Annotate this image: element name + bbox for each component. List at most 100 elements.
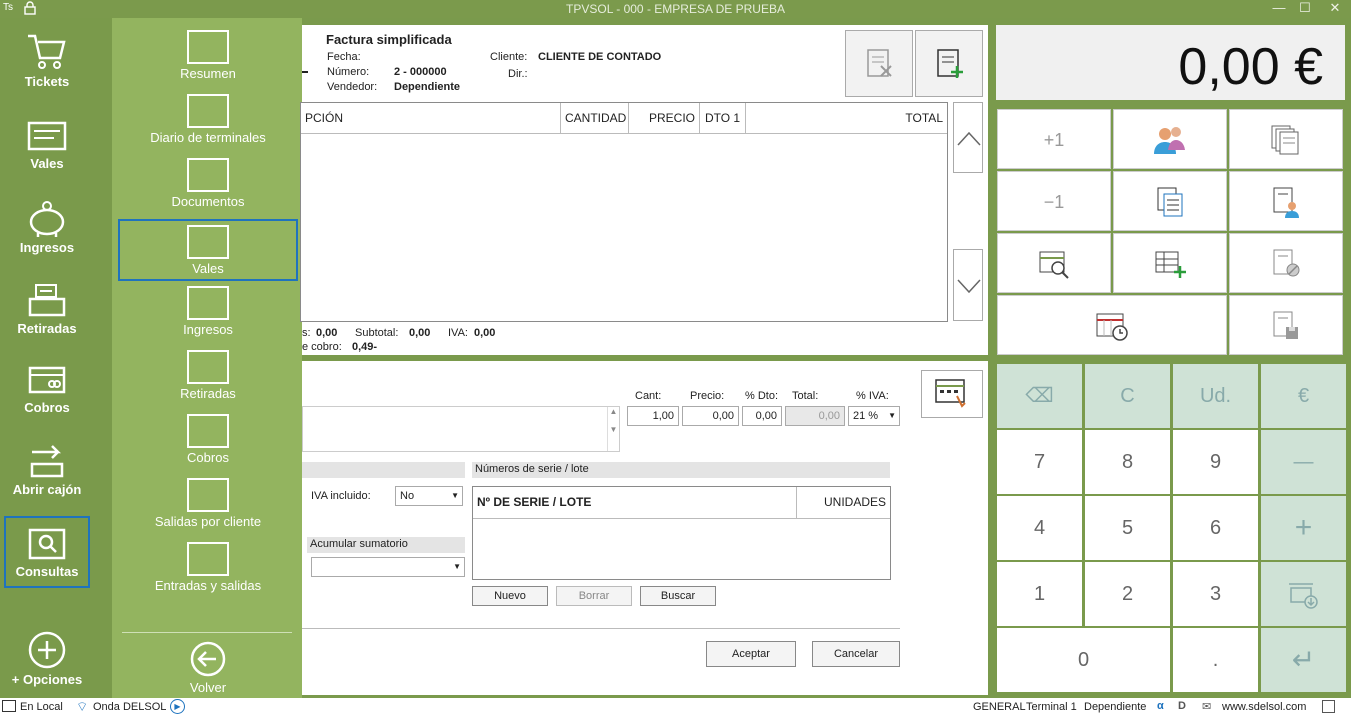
nuevo-button[interactable]: Nuevo bbox=[472, 586, 548, 606]
resize-icon[interactable] bbox=[1322, 700, 1335, 713]
buscar-button[interactable]: Buscar bbox=[640, 586, 716, 606]
nav-vales[interactable]: Vales bbox=[4, 110, 90, 182]
minimize-icon[interactable]: — bbox=[1266, 0, 1292, 18]
nav-retiradas[interactable]: Retiradas bbox=[4, 273, 90, 345]
col-serie[interactable]: Nº DE SERIE / LOTE bbox=[473, 487, 797, 518]
submenu-vales[interactable]: Vales bbox=[118, 219, 298, 281]
precio-label: Precio: bbox=[690, 390, 725, 402]
col-cantidad[interactable]: CANTIDAD bbox=[561, 103, 629, 133]
backspace-key[interactable]: ⌫ bbox=[997, 364, 1082, 428]
submenu-diario[interactable]: Diario de terminales bbox=[118, 90, 298, 152]
scale-key[interactable] bbox=[1261, 562, 1346, 626]
key-0[interactable]: 0 bbox=[997, 628, 1170, 692]
d-logo-icon[interactable]: D bbox=[1178, 700, 1186, 712]
submenu-entradas-salidas[interactable]: Entradas y salidas bbox=[118, 538, 298, 600]
borrar-button[interactable]: Borrar bbox=[556, 586, 632, 606]
submenu-documentos[interactable]: Documentos bbox=[118, 154, 298, 216]
bar-chart-icon bbox=[187, 30, 229, 64]
plus-key[interactable]: + bbox=[1261, 496, 1346, 560]
precio-input[interactable]: 0,00 bbox=[682, 406, 739, 426]
col-total[interactable]: TOTAL bbox=[746, 103, 947, 133]
nav-ingresos[interactable]: Ingresos bbox=[4, 192, 90, 264]
document-lines-table[interactable]: PCIÓN CANTIDAD PRECIO DTO 1 TOTAL bbox=[300, 102, 948, 322]
key-1[interactable]: 1 bbox=[997, 562, 1082, 626]
plus-one-button[interactable]: +1 bbox=[997, 109, 1111, 169]
keyboard-button[interactable] bbox=[921, 370, 983, 418]
key-7[interactable]: 7 bbox=[997, 430, 1082, 494]
iva-total-value: 0,00 bbox=[474, 327, 496, 339]
iva-incluido-select[interactable]: No ▼ bbox=[395, 486, 463, 506]
delete-document-button[interactable] bbox=[845, 30, 913, 97]
description-textarea[interactable]: ▲ ▼ bbox=[302, 406, 620, 452]
serie-table[interactable]: Nº DE SERIE / LOTE UNIDADES bbox=[472, 486, 891, 580]
euro-key[interactable]: € bbox=[1261, 364, 1346, 428]
play-icon[interactable]: ▶ bbox=[170, 699, 185, 714]
serie-section-header: Números de serie / lote bbox=[472, 462, 890, 478]
decimal-key[interactable]: . bbox=[1173, 628, 1258, 692]
submenu-vales-label: Vales bbox=[192, 261, 224, 276]
add-line-button[interactable] bbox=[1113, 233, 1227, 293]
minus-one-button[interactable]: −1 bbox=[997, 171, 1111, 231]
textarea-scrollbar[interactable]: ▲ ▼ bbox=[607, 407, 619, 451]
search-product-button[interactable] bbox=[997, 233, 1111, 293]
mail-icon[interactable]: ✉ bbox=[1202, 700, 1211, 713]
scroll-up-button[interactable] bbox=[953, 102, 983, 173]
nav-cobros[interactable]: Cobros bbox=[4, 354, 90, 426]
nav-abrir-cajon[interactable]: Abrir cajón bbox=[4, 434, 90, 506]
key-8[interactable]: 8 bbox=[1085, 430, 1170, 494]
submenu-ingresos[interactable]: Ingresos bbox=[118, 282, 298, 344]
col-unidades[interactable]: UNIDADES bbox=[797, 487, 890, 518]
nav-consultas[interactable]: Consultas bbox=[4, 516, 90, 588]
submenu-salidas-cliente[interactable]: Salidas por cliente bbox=[118, 474, 298, 536]
save-ticket-button[interactable] bbox=[1229, 295, 1343, 355]
cancel-ticket-button[interactable] bbox=[1229, 233, 1343, 293]
key-2[interactable]: 2 bbox=[1085, 562, 1170, 626]
card-icon bbox=[187, 414, 229, 448]
plus-circle-icon bbox=[28, 631, 66, 669]
submenu-cobros[interactable]: Cobros bbox=[118, 410, 298, 472]
cliente-value[interactable]: CLIENTE DE CONTADO bbox=[538, 51, 661, 63]
dto-input[interactable]: 0,00 bbox=[742, 406, 782, 426]
close-icon[interactable]: ✕ bbox=[1322, 0, 1348, 18]
copy-document-button[interactable] bbox=[1113, 171, 1227, 231]
key-3[interactable]: 3 bbox=[1173, 562, 1258, 626]
documents-list-button[interactable] bbox=[1229, 109, 1343, 169]
add-row-icon bbox=[1155, 251, 1186, 278]
key-9[interactable]: 9 bbox=[1173, 430, 1258, 494]
cancelar-button[interactable]: Cancelar bbox=[812, 641, 900, 667]
person-icon bbox=[187, 478, 229, 512]
col-dto[interactable]: DTO 1 bbox=[700, 103, 746, 133]
nav-opciones-label: + Opciones bbox=[11, 672, 83, 687]
submenu-resumen[interactable]: Resumen bbox=[118, 26, 298, 88]
main-nav: Tickets Vales Ingresos Retiradas Cobros … bbox=[0, 18, 112, 698]
col-descripcion[interactable]: PCIÓN bbox=[301, 103, 561, 133]
scroll-down-button[interactable] bbox=[953, 249, 983, 321]
cant-input[interactable]: 1,00 bbox=[627, 406, 679, 426]
calendar-button[interactable] bbox=[997, 295, 1227, 355]
status-onda[interactable]: Onda DELSOL bbox=[93, 701, 166, 713]
alpha-icon[interactable]: α bbox=[1157, 700, 1164, 712]
nav-tickets[interactable]: Tickets bbox=[4, 24, 90, 96]
submenu-retiradas[interactable]: Retiradas bbox=[118, 346, 298, 408]
enter-key[interactable]: ↵ bbox=[1261, 628, 1346, 692]
col-precio[interactable]: PRECIO bbox=[629, 103, 700, 133]
touch-keypad-icon bbox=[935, 379, 966, 408]
minus-key[interactable]: — bbox=[1261, 430, 1346, 494]
maximize-icon[interactable]: ☐ bbox=[1292, 0, 1318, 18]
aceptar-button[interactable]: Aceptar bbox=[706, 641, 796, 667]
units-key[interactable]: Ud. bbox=[1173, 364, 1258, 428]
clear-key[interactable]: C bbox=[1085, 364, 1170, 428]
customer-ticket-button[interactable] bbox=[1229, 171, 1343, 231]
key-6[interactable]: 6 bbox=[1173, 496, 1258, 560]
acumular-section: Acumular sumatorio bbox=[307, 537, 465, 553]
status-web[interactable]: www.sdelsol.com bbox=[1222, 701, 1306, 713]
key-5[interactable]: 5 bbox=[1085, 496, 1170, 560]
new-document-button[interactable] bbox=[915, 30, 983, 97]
submenu-volver[interactable]: Volver bbox=[118, 638, 298, 698]
piggy-bank-icon bbox=[29, 201, 65, 237]
nav-opciones[interactable]: + Opciones bbox=[4, 622, 90, 694]
key-4[interactable]: 4 bbox=[997, 496, 1082, 560]
iva-select[interactable]: 21 % ▼ bbox=[848, 406, 900, 426]
customer-button[interactable] bbox=[1113, 109, 1227, 169]
acumular-select[interactable]: ▼ bbox=[311, 557, 465, 577]
